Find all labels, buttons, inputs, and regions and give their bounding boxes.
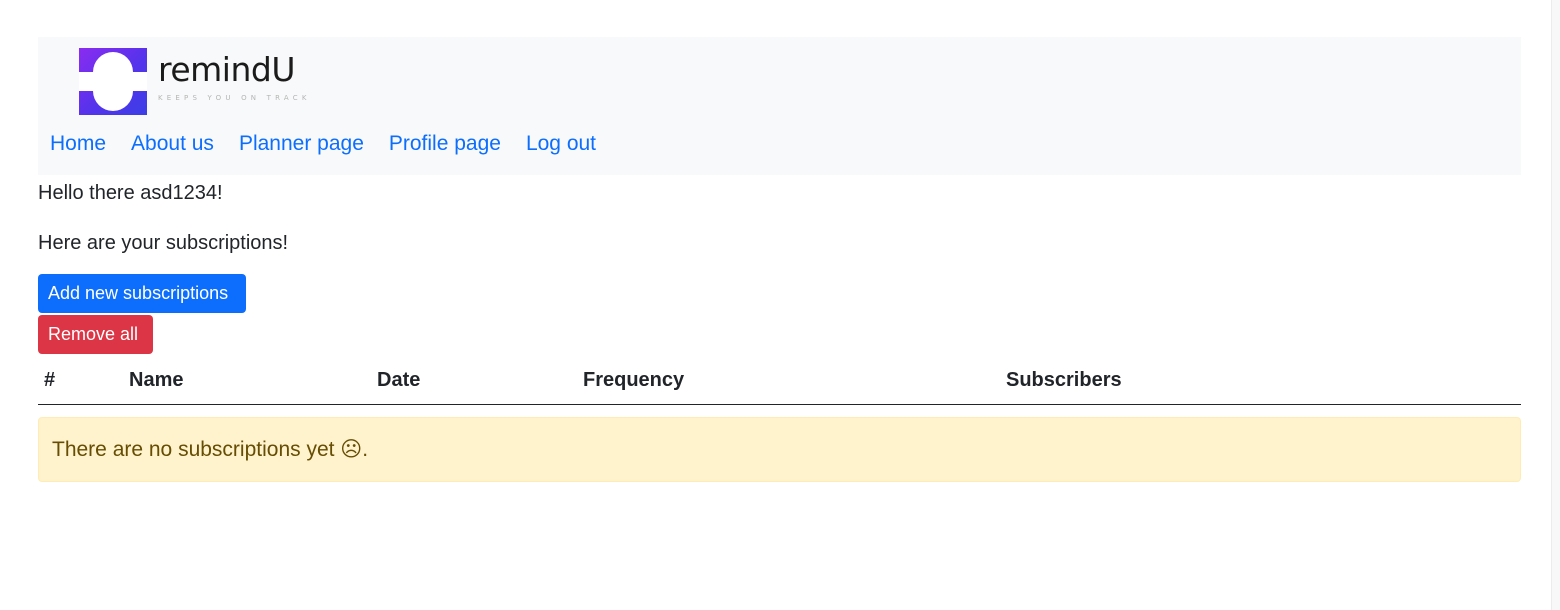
column-header-date: Date	[377, 369, 421, 391]
nav-link-home[interactable]: Home	[50, 131, 106, 157]
column-header-number: #	[44, 369, 56, 391]
subscriptions-intro-text: Here are your subscriptions!	[38, 232, 289, 254]
column-header-name: Name	[129, 369, 184, 391]
column-header-subscribers: Subscribers	[1006, 369, 1122, 391]
scrollbar[interactable]	[1551, 0, 1560, 610]
nav-link-profile-page[interactable]: Profile page	[389, 131, 501, 157]
brand-name: remindU	[158, 50, 295, 89]
remove-all-button[interactable]: Remove all	[38, 315, 153, 354]
nav-link-about-us[interactable]: About us	[131, 131, 214, 157]
page-container: remindU KEEPS YOU ON TRACK Home About us…	[38, 37, 1521, 482]
alert-message: There are no subscriptions yet ☹.	[52, 438, 369, 461]
column-header-frequency: Frequency	[583, 369, 685, 391]
add-new-subscriptions-button[interactable]: Add new subscriptions	[38, 274, 246, 313]
greeting-text: Hello there asd1234!	[38, 182, 223, 204]
brand[interactable]: remindU KEEPS YOU ON TRACK	[79, 48, 311, 115]
brand-tagline: KEEPS YOU ON TRACK	[158, 94, 311, 102]
remindu-logo-icon	[79, 48, 147, 115]
nav-links: Home About us Planner page Profile page …	[50, 131, 621, 157]
no-subscriptions-alert: There are no subscriptions yet ☹.	[38, 417, 1521, 482]
brand-text: remindU KEEPS YOU ON TRACK	[158, 48, 311, 103]
navbar: remindU KEEPS YOU ON TRACK Home About us…	[38, 37, 1521, 175]
nav-link-planner-page[interactable]: Planner page	[239, 131, 364, 157]
nav-link-log-out[interactable]: Log out	[526, 131, 596, 157]
subscriptions-table-header: # Name Date Frequency Subscribers	[38, 360, 1521, 405]
